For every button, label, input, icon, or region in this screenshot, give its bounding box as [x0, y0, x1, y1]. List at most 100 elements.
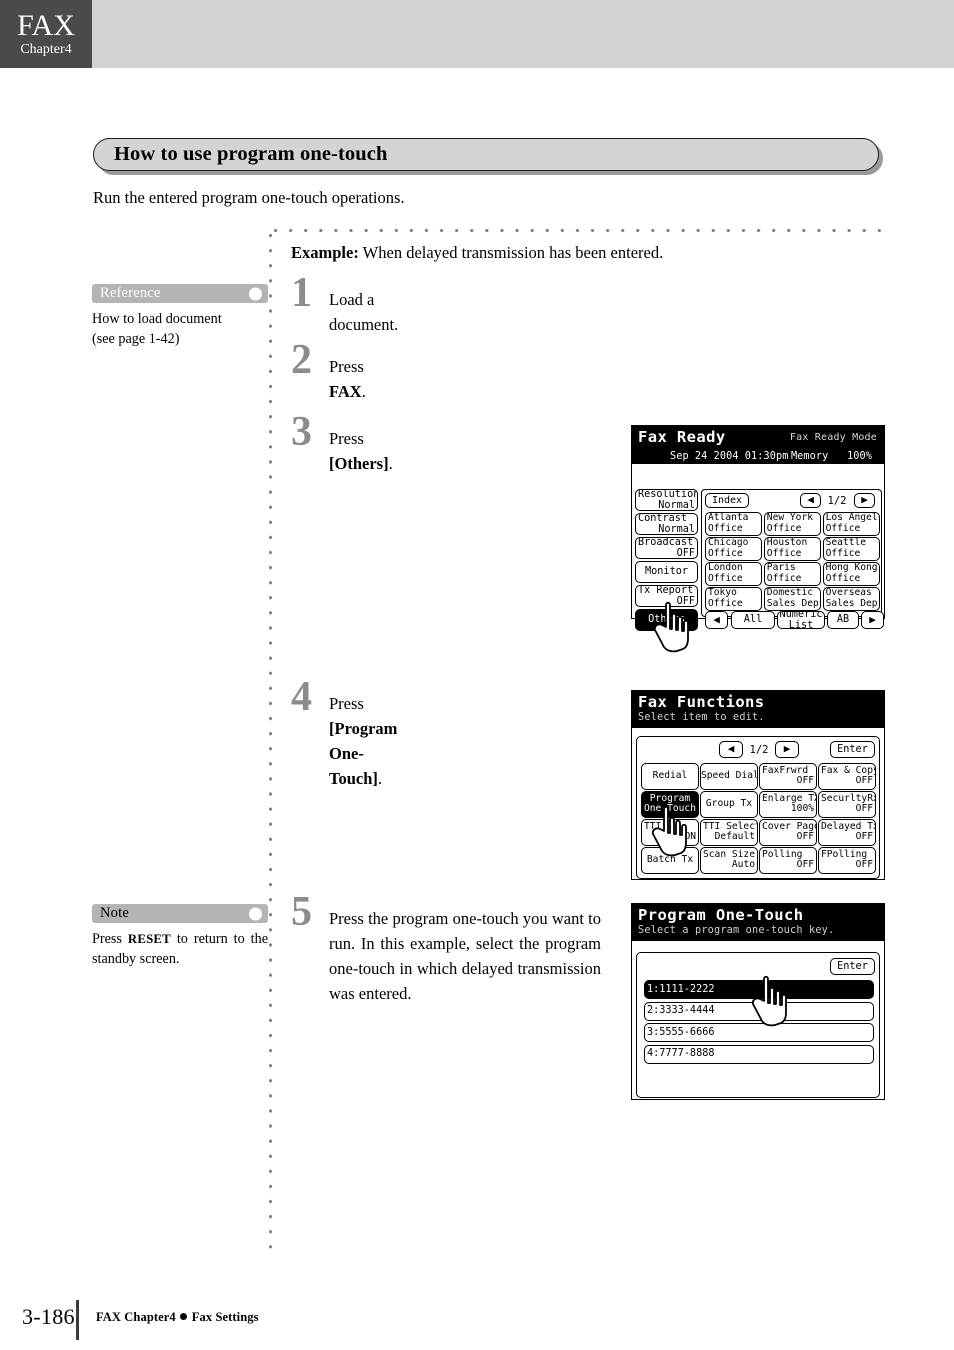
reference-body-line1: How to load document	[92, 311, 222, 327]
lcd1-key-tx-report-label: Tx Report	[638, 585, 694, 596]
lcd1-left-keys: Resolution Normal Contrast Normal Broadc…	[635, 489, 698, 633]
lcd1-bottom-all-button[interactable]: All	[731, 611, 775, 629]
lcd2-key-tti-select[interactable]: TTI Select Default	[700, 819, 758, 846]
lcd2-key-delayed-tx[interactable]: Delayed Tx OFF	[818, 819, 876, 846]
lcd1-key-others[interactable]: Others	[635, 609, 698, 631]
reference-body-line2: (see page 1-42)	[92, 331, 180, 348]
lcd2-titlebar: Fax Functions Select item to edit.	[632, 691, 884, 729]
lcd1-onetouch-key[interactable]: Chicago Office	[705, 537, 763, 561]
lcd1-key-monitor[interactable]: Monitor	[635, 561, 698, 583]
lcd1-bottom-ab-button[interactable]: AB	[827, 611, 859, 629]
step-4-number: 4	[291, 674, 312, 720]
lcd1-onetouch-key[interactable]: London Office	[705, 562, 763, 586]
bullet-icon	[179, 1313, 187, 1320]
lcd1-key-contrast[interactable]: Contrast Normal	[635, 513, 698, 535]
lcd1-onetouch-key[interactable]: Hong Kong Office	[822, 562, 880, 586]
lcd1-prev-page-button[interactable]: ◀	[800, 493, 821, 508]
lcd1-onetouch-key[interactable]: Atlanta Office	[705, 512, 763, 536]
lcd1-key-others-label: Others	[648, 614, 685, 626]
title-bar: How to use program one-touch	[93, 138, 879, 171]
step-4-bold: [Program One-Touch]	[329, 719, 398, 789]
lcd3-program-key-2[interactable]: 2:3333-4444	[644, 1001, 874, 1021]
lcd2-key-line2: OFF	[796, 831, 814, 843]
lcd3-program-key-4[interactable]: 4:7777-8888	[644, 1044, 874, 1064]
lcd3-subtitle: Select a program one-touch key.	[638, 924, 835, 936]
lcd1-onetouch-key[interactable]: Domestic Sales Dep	[763, 587, 822, 611]
dotted-rule-vertical	[268, 228, 273, 1256]
lcd2-key-line2: OFF	[855, 775, 873, 787]
lcd1-index-button[interactable]: Index	[705, 493, 749, 508]
lcd2-key-fax-and-copy[interactable]: Fax & Copy OFF	[818, 763, 876, 790]
lcd2-key-fpolling[interactable]: FPolling OFF	[818, 847, 876, 874]
lcd2-key-faxfrwrd[interactable]: FaxFrwrd OFF	[759, 763, 817, 790]
lcd1-bottom-numeric-line1: Numeric	[779, 611, 823, 620]
lcd2-subtitle: Select item to edit.	[638, 711, 765, 723]
step-4-suffix: .	[377, 769, 383, 789]
lcd1-onetouch-line2: Sales Dep	[766, 597, 819, 609]
footer-text: FAX Chapter4 Fax Settings	[96, 1310, 259, 1325]
lcd2-key-program-one-touch[interactable]: Program One-Touch	[641, 791, 699, 818]
lcd2-key-polling[interactable]: Polling OFF	[759, 847, 817, 874]
lcd1-onetouch-key[interactable]: Houston Office	[763, 537, 822, 561]
lcd2-key-security-rx[interactable]: SecurltyRx OFF	[818, 791, 876, 818]
lcd2-key-line2: ON	[684, 831, 696, 843]
lcd2-key-group-tx[interactable]: Group Tx	[700, 791, 758, 818]
lcd1-page-indicator: 1/2	[827, 495, 847, 507]
section-title-bar: How to use program one-touch	[93, 138, 883, 175]
step-3-bold: [Others]	[329, 454, 389, 474]
lcd2-key-batch-tx[interactable]: Batch Tx	[641, 847, 699, 874]
lcd1-key-monitor-label: Monitor	[645, 566, 688, 578]
lcd1-onetouch-key[interactable]: Los Angels Office	[822, 512, 880, 536]
lcd1-onetouch-line2: Office	[825, 572, 861, 584]
lcd-screen-fax-functions: Fax Functions Select item to edit. ◀ 1/2…	[631, 690, 885, 880]
lcd2-key-enlarge-tx[interactable]: Enlarge TX 100%	[759, 791, 817, 818]
lcd2-key-redial[interactable]: Redial	[641, 763, 699, 790]
lcd2-key-cover-page[interactable]: Cover Page OFF	[759, 819, 817, 846]
footer-page-number: 3-186	[22, 1304, 75, 1329]
lcd1-bottom-numeric-list-button[interactable]: Numeric List	[777, 611, 825, 629]
lcd2-key-line1: Batch Tx	[646, 853, 694, 865]
lcd2-prev-page-button[interactable]: ◀	[719, 741, 743, 758]
lcd1-onetouch-line2: Office	[825, 547, 861, 559]
lcd1-next-page-button[interactable]: ▶	[854, 493, 875, 508]
lcd1-onetouch-key[interactable]: Seattle Office	[822, 537, 880, 561]
lcd1-statusbar: Sep 24 2004 01:30pm Memory 100%	[632, 450, 884, 464]
lcd1-key-broadcast[interactable]: Broadcast OFF	[635, 537, 698, 559]
example-line: Example: When delayed transmission has b…	[291, 243, 663, 263]
lcd3-program-key-3[interactable]: 3:5555-6666	[644, 1023, 874, 1042]
reference-tag: Reference	[92, 284, 268, 303]
lcd1-bottom-next-button[interactable]: ▶	[861, 611, 884, 629]
lcd1-onetouch-key[interactable]: New York Office	[763, 512, 822, 536]
lcd1-key-resolution[interactable]: Resolution Normal	[635, 489, 698, 511]
lcd1-bottom-ab-label: AB	[836, 614, 850, 626]
note-tag: Note	[92, 904, 268, 923]
lcd2-next-page-button[interactable]: ▶	[775, 741, 799, 758]
lcd3-program-key-label: 2:3333-4444	[647, 1005, 715, 1017]
lcd1-onetouch-key[interactable]: Tokyo Office	[705, 587, 763, 611]
footer-text-left: FAX Chapter4	[96, 1310, 176, 1324]
lcd2-key-scan-size[interactable]: Scan Size Auto	[700, 847, 758, 874]
lcd1-onetouch-line2: Office	[766, 572, 802, 584]
lcd1-bottom-all-label: All	[743, 614, 763, 626]
lcd1-key-tx-report[interactable]: Tx Report OFF	[635, 585, 698, 607]
lcd3-program-key-label: 4:7777-8888	[647, 1048, 715, 1060]
lcd2-key-tti[interactable]: TTI ON	[641, 819, 699, 846]
lcd1-key-resolution-label: Resolution	[638, 489, 698, 500]
lcd2-body: ◀ 1/2 ▶ Enter Redial Speed Dial FaxFrwrd…	[632, 734, 884, 880]
step-1-text: Load a document.	[329, 290, 399, 335]
lcd2-key-line2: OFF	[796, 775, 814, 787]
lcd3-enter-button[interactable]: Enter	[830, 958, 875, 975]
step-4-prefix: Press	[329, 694, 364, 713]
lcd2-key-line2: 100%	[790, 803, 814, 815]
lcd2-enter-button[interactable]: Enter	[830, 741, 875, 758]
note-body-bold: RESET	[127, 932, 171, 946]
lcd3-program-key-1[interactable]: 1:1111-2222	[644, 980, 874, 999]
example-label: Example:	[291, 243, 359, 262]
lcd1-onetouch-line2: Office	[708, 572, 743, 584]
lcd2-key-speed-dial[interactable]: Speed Dial	[700, 763, 758, 790]
lcd1-bottom-prev-button[interactable]: ◀	[705, 611, 728, 629]
lcd1-memory: Memory 100%	[791, 451, 872, 462]
lcd1-onetouch-key[interactable]: Paris Office	[763, 562, 822, 586]
lcd1-onetouch-key[interactable]: Overseas Sales Dep	[822, 587, 880, 611]
lcd2-key-line2: OFF	[855, 831, 873, 843]
